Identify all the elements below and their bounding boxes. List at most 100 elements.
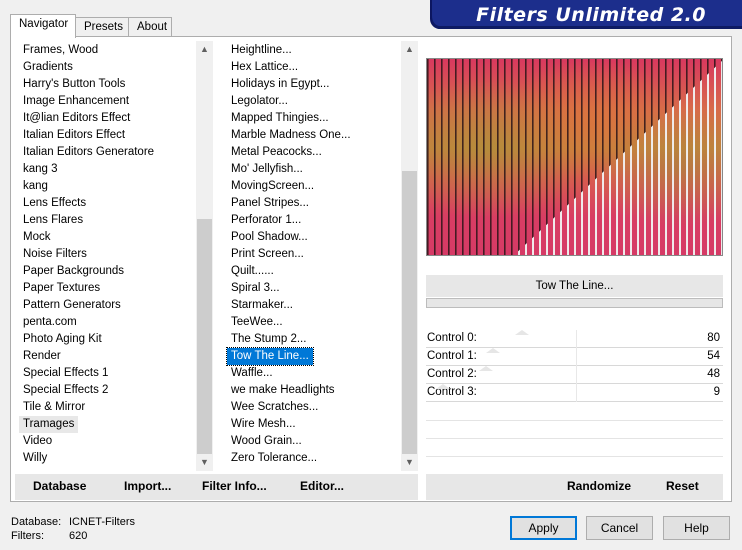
chevron-up-icon[interactable]: ▲ [401,41,418,58]
slider-thumb[interactable] [485,348,500,353]
list-item[interactable]: Noise Filters [19,246,91,263]
list-item[interactable]: Italian Editors Effect [19,127,129,144]
list-item[interactable]: It@lian Editors Effect [19,110,134,127]
preview-image [427,59,722,255]
control-value: 80 [707,332,720,344]
left-toolbar: Database Import... Filter Info... Editor… [15,474,418,500]
list-item[interactable]: Pattern Generators [19,297,125,314]
list-item[interactable]: Wire Mesh... [227,416,300,433]
slider-center-tick [576,330,577,348]
list-item[interactable]: Mock [19,229,54,246]
tab-about[interactable]: About [128,17,172,37]
list-item[interactable]: penta.com [19,314,81,331]
chevron-down-icon[interactable]: ▼ [196,454,213,471]
filter-scrollbar[interactable]: ▲ ▼ [401,41,418,471]
list-item[interactable]: Lens Flares [19,212,87,229]
list-item[interactable]: TeeWee... [227,314,287,331]
control-divider [426,438,723,439]
list-item[interactable]: Video [19,433,56,450]
progress-bar [426,298,723,308]
list-item[interactable]: Marble Madness One... [227,127,355,144]
slider-center-tick [576,366,577,384]
filters-count-label: Filters: [11,530,44,542]
slider-thumb[interactable] [514,330,529,335]
slider-thumb[interactable] [435,384,450,389]
list-item[interactable]: Special Effects 2 [19,382,112,399]
slider-thumb[interactable] [479,366,494,371]
list-item[interactable]: Waffle... [227,365,277,382]
filter-scroll-thumb[interactable] [402,171,417,454]
control-value: 48 [707,368,720,380]
list-item[interactable]: Special Effects 1 [19,365,112,382]
control-row-2[interactable]: Control 2: 48 [426,366,723,384]
list-item[interactable]: Quilt...... [227,263,278,280]
list-item[interactable]: Metal Peacocks... [227,144,326,161]
apply-button[interactable]: Apply [510,516,577,540]
list-item[interactable]: Mapped Thingies... [227,110,333,127]
control-row-1[interactable]: Control 1: 54 [426,348,723,366]
tab-presets[interactable]: Presets [75,17,129,37]
list-item[interactable]: Image Enhancement [19,93,133,110]
randomize-button[interactable]: Randomize [567,479,631,493]
list-item[interactable]: Lens Effects [19,195,90,212]
filter-name-label: Tow The Line... [426,275,723,297]
editor-button[interactable]: Editor... [300,479,344,493]
category-scroll-thumb[interactable] [197,219,212,454]
list-item[interactable]: MovingScreen... [227,178,318,195]
filter-list[interactable]: Heightline... Hex Lattice... Holidays in E… [226,41,401,471]
list-item[interactable]: Mo' Jellyfish... [227,161,307,178]
reset-button[interactable]: Reset [666,479,699,493]
list-item[interactable]: Wood Grain... [227,433,306,450]
list-item[interactable]: Starmaker... [227,297,297,314]
list-item[interactable]: Holidays in Egypt... [227,76,333,93]
list-item[interactable]: Spiral 3... [227,280,284,297]
list-item[interactable]: Gradients [19,59,77,76]
list-item[interactable]: Harry's Button Tools [19,76,129,93]
category-list[interactable]: Frames, Wood Gradients Harry's Button Tool… [19,41,197,471]
import-button[interactable]: Import... [124,479,171,493]
chevron-up-icon[interactable]: ▲ [196,41,213,58]
list-item[interactable]: Hex Lattice... [227,59,302,76]
list-item[interactable]: Paper Backgrounds [19,263,128,280]
tab-navigator[interactable]: Navigator [10,14,76,38]
list-item[interactable]: Photo Aging Kit [19,331,106,348]
list-item[interactable]: kang 3 [19,161,62,178]
filter-info-button[interactable]: Filter Info... [202,479,267,493]
list-item[interactable]: Print Screen... [227,246,308,263]
help-button[interactable]: Help [663,516,730,540]
list-item[interactable]: Frames, Wood [19,42,102,59]
database-button[interactable]: Database [33,479,86,493]
control-value: 9 [713,386,720,398]
cancel-button[interactable]: Cancel [586,516,653,540]
list-item[interactable]: Legolator... [227,93,292,110]
slider-center-tick [576,384,577,402]
list-item[interactable]: Render [19,348,65,365]
list-item[interactable]: Wee Scratches... [227,399,322,416]
app-banner: Filters Unlimited 2.0 [430,0,742,29]
app-title: Filters Unlimited 2.0 [476,4,706,26]
list-item[interactable]: Heightline... [227,42,296,59]
control-row-0[interactable]: Control 0: 80 [426,330,723,348]
list-item[interactable]: Panel Stripes... [227,195,313,212]
list-item[interactable]: Perforator 1... [227,212,305,229]
control-row-3[interactable]: Control 3: 9 [426,384,723,402]
right-toolbar: Randomize Reset [426,474,723,500]
list-item[interactable]: The Stump 2... [227,331,310,348]
chevron-down-icon[interactable]: ▼ [401,454,418,471]
list-item[interactable]: Willy [19,450,51,467]
list-item[interactable]: Tramages [19,416,79,433]
list-item[interactable]: Tow The Line... [226,347,314,366]
list-item[interactable]: Tile & Mirror [19,399,89,416]
list-item[interactable]: Italian Editors Generatore [19,144,158,161]
list-item[interactable]: Zero Tolerance... [227,450,321,467]
list-item[interactable]: Pool Shadow... [227,229,312,246]
control-label: Control 2: [427,368,477,380]
database-status-label: Database: [11,516,62,528]
list-item[interactable]: kang [19,178,52,195]
list-item[interactable]: Paper Textures [19,280,104,297]
list-item[interactable]: we make Headlights [227,382,339,399]
category-scrollbar[interactable]: ▲ ▼ [196,41,213,471]
database-status-value: ICNET-Filters [69,516,135,528]
filters-count-value: 620 [69,530,88,542]
filter-preview[interactable] [426,58,723,256]
